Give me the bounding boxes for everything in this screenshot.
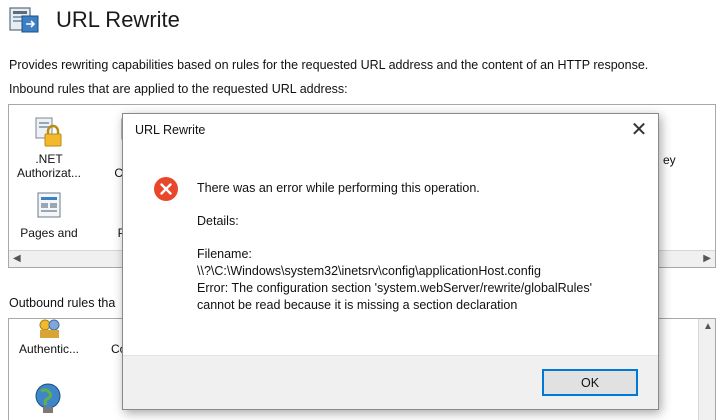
filename-label: Filename: xyxy=(197,247,252,261)
close-icon[interactable]: ✕ xyxy=(624,116,654,144)
dialog-titlebar[interactable]: URL Rewrite ✕ xyxy=(123,114,658,146)
inbound-rules-label: Inbound rules that are applied to the re… xyxy=(9,82,348,96)
error-detail-line1: Error: The configuration section 'system… xyxy=(197,281,592,295)
error-detail-line2: cannot be read because it is missing a s… xyxy=(197,298,518,312)
filename-path: \\?\C:\Windows\system32\inetsrv\config\a… xyxy=(197,264,541,278)
details-label: Details: xyxy=(197,214,239,228)
feature-pages-and-controls[interactable]: Pages and xyxy=(9,189,89,240)
dialog-footer: OK xyxy=(123,355,658,409)
pages-icon xyxy=(37,192,61,218)
error-dialog: URL Rewrite ✕ There was an error while p… xyxy=(122,113,659,410)
lock-icon xyxy=(35,117,62,147)
feature-authentication[interactable]: Authentic... xyxy=(9,319,89,356)
globe-icon xyxy=(33,381,63,420)
dialog-title: URL Rewrite xyxy=(135,123,206,137)
error-icon xyxy=(153,176,179,202)
feature-label-line1: Pages and xyxy=(20,226,78,240)
scroll-left-icon[interactable]: ◀ xyxy=(13,253,21,264)
url-rewrite-icon xyxy=(8,6,42,34)
feature-label-partial: ey xyxy=(663,153,676,167)
feature-label-line2: Authorizat... xyxy=(16,166,82,180)
feature-label-line1: .NET xyxy=(35,152,63,166)
ok-button[interactable]: OK xyxy=(542,369,638,396)
page-title: URL Rewrite xyxy=(56,7,180,32)
outbound-rules-label: Outbound rules tha xyxy=(9,296,116,310)
vertical-scrollbar[interactable]: ▲ xyxy=(698,319,715,420)
feature-net-authorization[interactable]: .NET Authorizat... xyxy=(9,115,89,180)
scroll-right-icon[interactable]: ▶ xyxy=(703,253,711,264)
error-message: There was an error while performing this… xyxy=(197,181,480,195)
scroll-up-icon[interactable]: ▲ xyxy=(703,321,713,332)
feature-description: Provides rewriting capabilities based on… xyxy=(9,58,649,72)
authentication-icon xyxy=(39,319,60,338)
feature-label: Authentic... xyxy=(18,342,80,356)
